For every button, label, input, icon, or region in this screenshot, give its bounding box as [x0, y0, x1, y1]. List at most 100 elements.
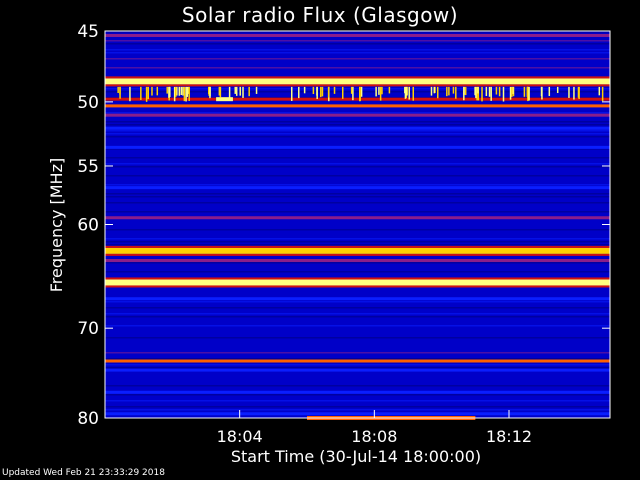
speckle: [573, 86, 575, 100]
speckle: [548, 86, 551, 97]
chart-title: Solar radio Flux (Glasgow): [181, 3, 459, 27]
speckle: [404, 86, 407, 99]
updated-timestamp: Updated Wed Feb 21 23:33:29 2018: [2, 468, 165, 478]
speckle: [577, 86, 580, 98]
band-73.5: [105, 359, 610, 363]
y-tick-label: 60: [77, 216, 99, 236]
band-halo: [105, 76, 610, 79]
band-65.4: [105, 279, 610, 286]
speckle: [446, 86, 448, 97]
texture-row: [105, 52, 610, 54]
texture-row: [105, 49, 610, 51]
speckle: [119, 86, 121, 99]
speckle: [218, 86, 221, 96]
speckle: [333, 86, 336, 94]
y-axis-label: Frequency [MHz]: [47, 158, 66, 292]
burst: [216, 97, 233, 102]
texture-row: [105, 364, 610, 366]
speckle: [477, 86, 479, 94]
texture-row: [105, 325, 610, 327]
speckle: [601, 86, 604, 102]
speckle: [290, 86, 293, 101]
texture-row: [105, 136, 610, 138]
speckle: [495, 86, 498, 95]
speckle: [303, 86, 306, 94]
speckle: [209, 86, 211, 99]
speckle: [298, 86, 300, 99]
speckle: [436, 86, 439, 99]
speckle: [145, 86, 148, 102]
band-halo: [105, 277, 610, 280]
speckle: [523, 86, 526, 97]
texture-row: [105, 352, 610, 354]
texture-row: [105, 244, 610, 246]
speckle: [412, 86, 415, 101]
texture-row: [105, 400, 610, 402]
texture-row: [105, 358, 610, 360]
speckle: [379, 86, 382, 101]
texture-row: [105, 394, 610, 396]
speckle: [341, 86, 344, 99]
texture-row: [105, 238, 610, 240]
texture-row: [105, 211, 610, 213]
x-axis-label: Start Time (30-Jul-14 18:00:00): [231, 447, 481, 466]
speckle: [430, 86, 433, 96]
speckle: [147, 86, 150, 100]
y-tick-label: 80: [77, 409, 99, 429]
band-74.5: [105, 368, 610, 372]
texture-row: [105, 58, 610, 60]
speckle: [151, 86, 153, 96]
texture-row: [105, 271, 610, 273]
speckle: [540, 86, 543, 97]
speckle: [448, 86, 450, 96]
band-halo: [105, 245, 610, 248]
speckle: [490, 86, 492, 101]
texture-row: [105, 112, 610, 114]
texture-row: [105, 385, 610, 387]
speckle: [235, 86, 238, 96]
speckle: [168, 86, 170, 98]
texture-row: [105, 316, 610, 318]
speckle: [239, 86, 241, 96]
speckle: [463, 86, 465, 95]
speckle: [166, 86, 168, 94]
band-56.8: [105, 186, 610, 190]
speckle: [316, 86, 318, 96]
y-tick-label: 50: [77, 93, 99, 113]
texture-row: [105, 196, 610, 198]
band-halo: [105, 84, 610, 87]
speckle: [375, 86, 377, 97]
texture-row: [105, 133, 610, 135]
speckle: [242, 86, 244, 98]
speckle: [481, 86, 483, 102]
texture-row: [105, 229, 610, 231]
texture-row: [105, 193, 610, 195]
speckle: [178, 86, 181, 96]
texture-row: [105, 406, 610, 408]
speckle: [556, 86, 559, 94]
speckle: [528, 86, 530, 101]
band-51: [105, 113, 610, 117]
texture-row: [105, 262, 610, 264]
speckle: [433, 86, 436, 94]
speckle: [360, 86, 363, 97]
speckle: [320, 86, 322, 98]
speckle: [455, 86, 457, 99]
texture-row: [105, 121, 610, 123]
spectrogram-chart: 45505560708018:04 18:08 18:12 Frequency [M…: [47, 22, 611, 466]
texture-row: [105, 67, 610, 69]
speckle: [598, 86, 601, 96]
speckle: [234, 86, 236, 94]
texture-row: [105, 409, 610, 411]
texture-row: [105, 175, 610, 177]
x-tick-label: 18:04: [217, 427, 263, 446]
band-79.5: [105, 412, 610, 416]
speckle: [568, 86, 570, 98]
speckle: [502, 86, 505, 102]
band-53.5: [105, 145, 610, 149]
band-52: [105, 126, 610, 130]
speckle: [388, 86, 391, 94]
speckle: [188, 86, 190, 101]
speckle: [327, 86, 330, 98]
texture-row: [105, 163, 610, 165]
